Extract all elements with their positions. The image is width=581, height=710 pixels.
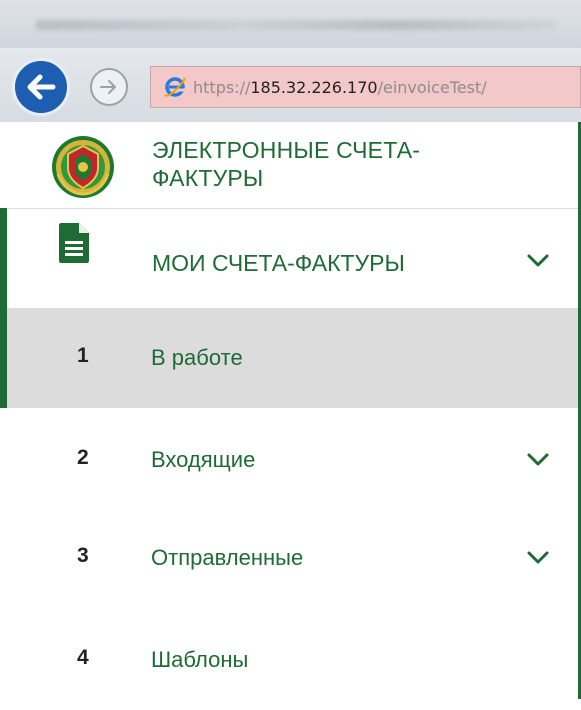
app-header: ЭЛЕКТРОННЫЕ СЧЕТА- ФАКТУРЫ (0, 122, 578, 209)
emblem-logo[interactable] (50, 134, 116, 200)
menu-item-number: 2 (77, 446, 89, 469)
app-title-line2: ФАКТУРЫ (152, 165, 264, 191)
menu-item-number: 1 (77, 344, 89, 367)
forward-button[interactable] (90, 68, 128, 106)
url-protocol: https:// (193, 77, 251, 97)
menu-section-label: МОИ СЧЕТА-ФАКТУРЫ (152, 250, 405, 276)
app-title-line1: ЭЛЕКТРОННЫЕ СЧЕТА- (152, 137, 421, 163)
chevron-down-icon[interactable] (526, 452, 550, 468)
menu-item-label: Шаблоны (151, 647, 249, 672)
url-path: /einvoiceTest/ (377, 77, 487, 97)
menu-item-number: 4 (77, 646, 89, 669)
browser-title-bar (0, 0, 581, 49)
ie-icon (164, 77, 187, 97)
menu-item-label: В работе (151, 345, 243, 370)
back-button[interactable] (12, 58, 70, 116)
menu-item-label: Входящие (151, 447, 256, 472)
menu-item-number: 3 (77, 544, 89, 567)
menu-item-incoming[interactable]: 2 Входящие (0, 410, 578, 510)
app-title: ЭЛЕКТРОННЫЕ СЧЕТА- ФАКТУРЫ (152, 136, 552, 192)
blurred-tab-title (36, 20, 556, 30)
forward-arrow-icon (100, 80, 116, 94)
menu-item-sent[interactable]: 3 Отправленные (0, 508, 578, 608)
page-content: ЭЛЕКТРОННЫЕ СЧЕТА- ФАКТУРЫ МОИ СЧЕТА-ФАК… (0, 122, 581, 699)
menu-section-my-invoices[interactable]: МОИ СЧЕТА-ФАКТУРЫ (0, 208, 578, 308)
url-host: 185.32.226.170 (250, 77, 378, 97)
back-arrow-icon (27, 74, 56, 100)
chevron-down-icon[interactable] (526, 253, 550, 269)
address-bar[interactable]: https://185.32.226.170/einvoiceTest/ (150, 66, 581, 108)
menu-item-label: Отправленные (151, 545, 304, 570)
document-icon (59, 223, 89, 263)
chevron-down-icon[interactable] (526, 550, 550, 566)
menu-item-in-progress[interactable]: 1 В работе (0, 308, 578, 408)
menu-item-templates[interactable]: 4 Шаблоны (0, 610, 578, 710)
